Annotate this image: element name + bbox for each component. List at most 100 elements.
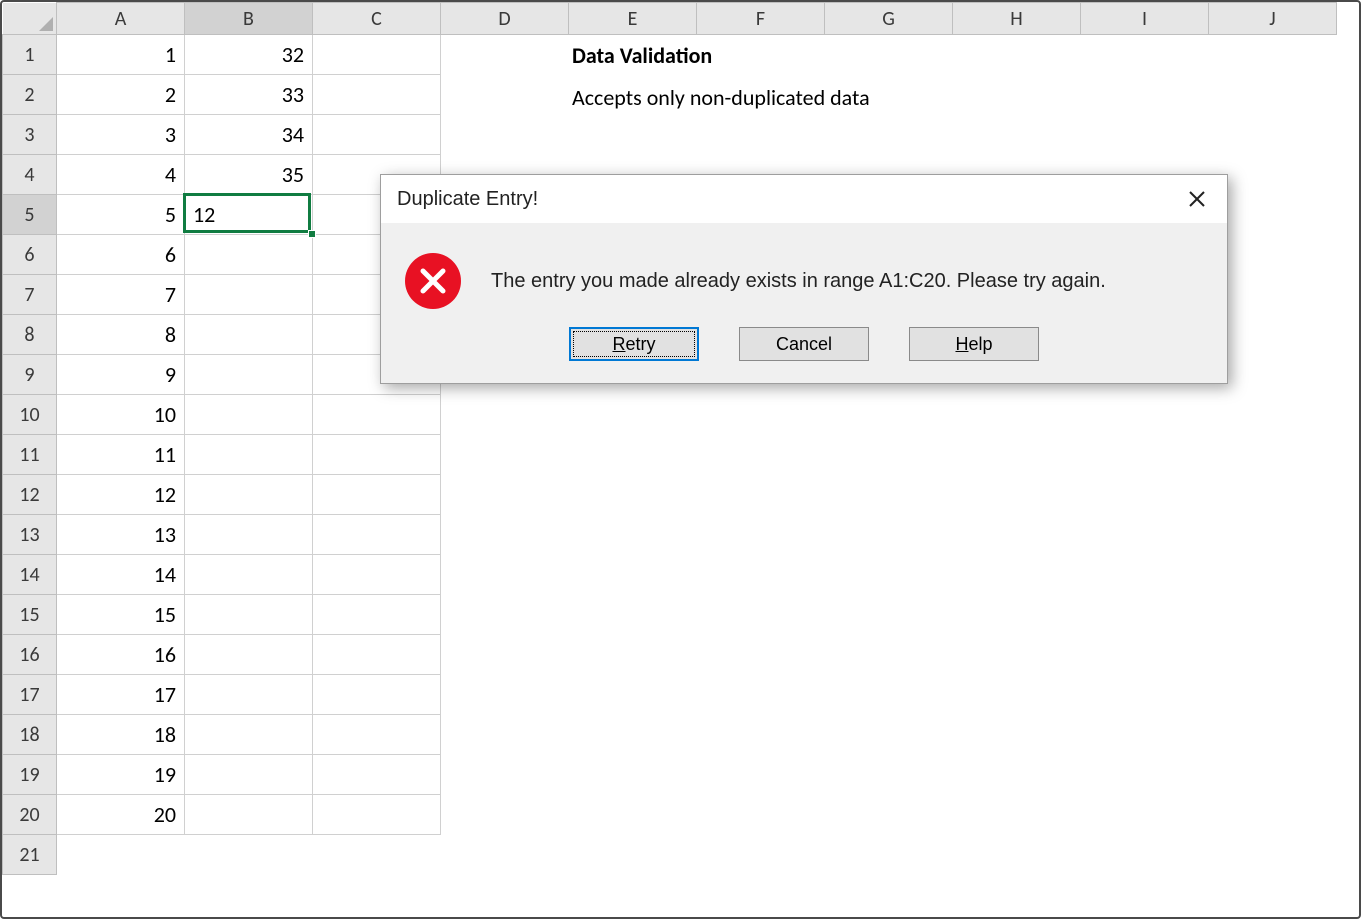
row-header-14[interactable]: 14 xyxy=(3,555,57,595)
cell-G17[interactable] xyxy=(825,675,953,715)
cell-I12[interactable] xyxy=(1081,475,1209,515)
cell-C3[interactable] xyxy=(313,115,441,155)
cell-A17[interactable]: 17 xyxy=(57,675,185,715)
cell-F10[interactable] xyxy=(697,395,825,435)
cell-F3[interactable] xyxy=(697,115,825,155)
row-header-8[interactable]: 8 xyxy=(3,315,57,355)
cell-J2[interactable] xyxy=(1209,75,1337,115)
cell-H1[interactable] xyxy=(953,35,1081,75)
cell-E17[interactable] xyxy=(569,675,697,715)
cell-E3[interactable] xyxy=(569,115,697,155)
cell-A14[interactable]: 14 xyxy=(57,555,185,595)
col-header-F[interactable]: F xyxy=(697,3,825,35)
cell-J13[interactable] xyxy=(1209,515,1337,555)
cell-D16[interactable] xyxy=(441,635,569,675)
cell-A8[interactable]: 8 xyxy=(57,315,185,355)
cell-H15[interactable] xyxy=(953,595,1081,635)
col-header-A[interactable]: A xyxy=(57,3,185,35)
cell-I11[interactable] xyxy=(1081,435,1209,475)
row-header-2[interactable]: 2 xyxy=(3,75,57,115)
cell-B3[interactable]: 34 xyxy=(185,115,313,155)
cell-C13[interactable] xyxy=(313,515,441,555)
cell-F14[interactable] xyxy=(697,555,825,595)
cell-C1[interactable] xyxy=(313,35,441,75)
col-header-I[interactable]: I xyxy=(1081,3,1209,35)
cell-B19[interactable] xyxy=(185,755,313,795)
retry-button[interactable]: Retry xyxy=(569,327,699,361)
row-header-13[interactable]: 13 xyxy=(3,515,57,555)
cell-G11[interactable] xyxy=(825,435,953,475)
cell-F20[interactable] xyxy=(697,795,825,835)
cell-H18[interactable] xyxy=(953,715,1081,755)
cell-J1[interactable] xyxy=(1209,35,1337,75)
cell-F12[interactable] xyxy=(697,475,825,515)
cell-J15[interactable] xyxy=(1209,595,1337,635)
cell-D3[interactable] xyxy=(441,115,569,155)
cell-I18[interactable] xyxy=(1081,715,1209,755)
cell-H14[interactable] xyxy=(953,555,1081,595)
row-header-3[interactable]: 3 xyxy=(3,115,57,155)
cell-F1[interactable] xyxy=(697,35,825,75)
cell-D1[interactable] xyxy=(441,35,569,75)
cell-F16[interactable] xyxy=(697,635,825,675)
help-button[interactable]: Help xyxy=(909,327,1039,361)
cell-A1[interactable]: 1 xyxy=(57,35,185,75)
close-icon[interactable] xyxy=(1183,185,1211,213)
select-all-corner[interactable] xyxy=(3,3,57,35)
cell-A16[interactable]: 16 xyxy=(57,635,185,675)
cell-E15[interactable] xyxy=(569,595,697,635)
col-header-G[interactable]: G xyxy=(825,3,953,35)
cell-B4[interactable]: 35 xyxy=(185,155,313,195)
cell-J14[interactable] xyxy=(1209,555,1337,595)
row-header-18[interactable]: 18 xyxy=(3,715,57,755)
cell-H20[interactable] xyxy=(953,795,1081,835)
row-header-11[interactable]: 11 xyxy=(3,435,57,475)
cell-B18[interactable] xyxy=(185,715,313,755)
cell-A5[interactable]: 5 xyxy=(57,195,185,235)
cell-C19[interactable] xyxy=(313,755,441,795)
row-header-6[interactable]: 6 xyxy=(3,235,57,275)
cell-A7[interactable]: 7 xyxy=(57,275,185,315)
cell-C21[interactable] xyxy=(313,835,441,875)
cell-I10[interactable] xyxy=(1081,395,1209,435)
cell-I2[interactable] xyxy=(1081,75,1209,115)
cell-E16[interactable] xyxy=(569,635,697,675)
cell-B9[interactable] xyxy=(185,355,313,395)
cell-G14[interactable] xyxy=(825,555,953,595)
cell-I14[interactable] xyxy=(1081,555,1209,595)
cell-H19[interactable] xyxy=(953,755,1081,795)
cell-C17[interactable] xyxy=(313,675,441,715)
cell-D12[interactable] xyxy=(441,475,569,515)
cell-I21[interactable] xyxy=(1081,835,1209,875)
row-header-4[interactable]: 4 xyxy=(3,155,57,195)
cell-D18[interactable] xyxy=(441,715,569,755)
cell-A11[interactable]: 11 xyxy=(57,435,185,475)
cell-B15[interactable] xyxy=(185,595,313,635)
cell-A19[interactable]: 19 xyxy=(57,755,185,795)
cell-B10[interactable] xyxy=(185,395,313,435)
cell-B6[interactable] xyxy=(185,235,313,275)
cell-I16[interactable] xyxy=(1081,635,1209,675)
cell-B20[interactable] xyxy=(185,795,313,835)
row-header-17[interactable]: 17 xyxy=(3,675,57,715)
cell-H3[interactable] xyxy=(953,115,1081,155)
cell-G13[interactable] xyxy=(825,515,953,555)
cell-C12[interactable] xyxy=(313,475,441,515)
cell-A9[interactable]: 9 xyxy=(57,355,185,395)
cell-I1[interactable] xyxy=(1081,35,1209,75)
cell-G3[interactable] xyxy=(825,115,953,155)
cell-B2[interactable]: 33 xyxy=(185,75,313,115)
cell-E14[interactable] xyxy=(569,555,697,595)
cell-A20[interactable]: 20 xyxy=(57,795,185,835)
col-header-E[interactable]: E xyxy=(569,3,697,35)
cell-J3[interactable] xyxy=(1209,115,1337,155)
cell-D14[interactable] xyxy=(441,555,569,595)
cell-C11[interactable] xyxy=(313,435,441,475)
col-header-J[interactable]: J xyxy=(1209,3,1337,35)
cell-I3[interactable] xyxy=(1081,115,1209,155)
cell-D10[interactable] xyxy=(441,395,569,435)
col-header-D[interactable]: D xyxy=(441,3,569,35)
cell-I15[interactable] xyxy=(1081,595,1209,635)
cell-A21[interactable] xyxy=(57,835,185,875)
cell-J21[interactable] xyxy=(1209,835,1337,875)
